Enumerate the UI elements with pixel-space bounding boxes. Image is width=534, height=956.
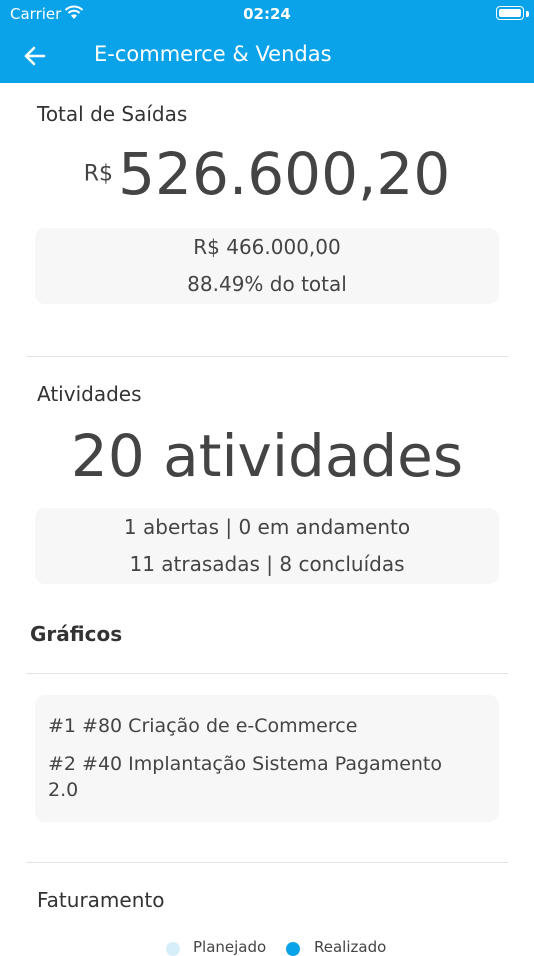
atividades-status-line1: 1 abertas | 0 em andamento (123, 515, 411, 539)
nav-bar: E-commerce & Vendas (0, 30, 534, 83)
saidas-title: Total de Saídas (37, 102, 188, 126)
saidas-total: R$ 526.600,20 (0, 140, 534, 208)
atividades-title: Atividades (37, 382, 142, 406)
graficos-title: Gráficos (30, 622, 123, 646)
atividades-count: 20 atividades (70, 422, 464, 490)
divider (26, 356, 508, 357)
atividades-status-line2: 11 atrasadas | 8 concluídas (129, 552, 405, 576)
legend-planejado-dot (166, 942, 180, 956)
legend-planejado-label: Planejado (193, 938, 267, 956)
app-header: Carrier 02:24 E-commerce & Vendas (0, 0, 534, 83)
status-time: 02:24 (243, 5, 291, 23)
list-item[interactable]: #2 #40 Implantação Sistema Pagamento 2.0 (48, 751, 478, 803)
arrow-left-icon (24, 46, 46, 66)
saidas-percent: 88.49% do total (187, 272, 347, 296)
legend-realizado-label: Realizado (314, 938, 387, 956)
list-item[interactable]: #1 #80 Criação de e-Commerce (48, 713, 478, 739)
divider (26, 862, 508, 863)
faturamento-title: Faturamento (37, 888, 165, 912)
battery-tip (526, 11, 529, 17)
divider (26, 673, 508, 674)
page-title: E-commerce & Vendas (94, 42, 332, 66)
saidas-total-value: 526.600,20 (118, 140, 451, 208)
saidas-realizado: R$ 466.000,00 (193, 235, 341, 259)
back-button[interactable] (18, 39, 52, 73)
status-bar: Carrier 02:24 (0, 0, 534, 28)
currency-symbol: R$ (83, 161, 114, 187)
saidas-detail-box: R$ 466.000,00 88.49% do total (35, 228, 499, 304)
legend-realizado-dot (286, 942, 300, 956)
atividades-detail-box: 1 abertas | 0 em andamento 11 atrasadas … (35, 508, 499, 584)
battery-icon (496, 6, 524, 20)
graficos-list: #1 #80 Criação de e-Commerce #2 #40 Impl… (35, 695, 499, 822)
